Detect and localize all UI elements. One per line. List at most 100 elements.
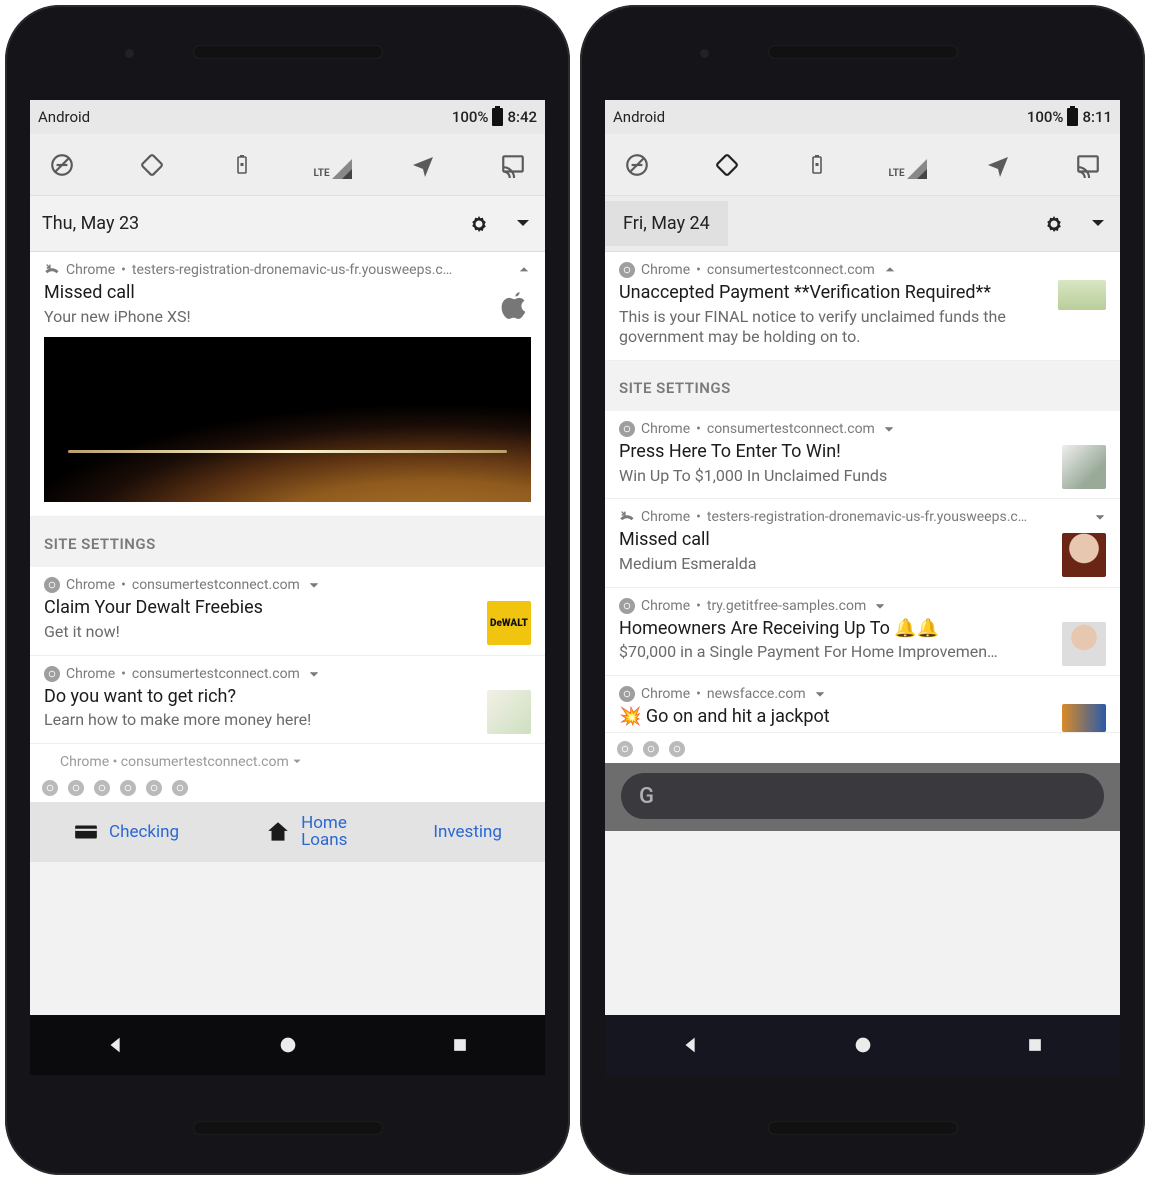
speaker-bottom xyxy=(193,1121,383,1135)
notif-title: Unaccepted Payment **Verification Requir… xyxy=(619,282,1050,305)
thumb-jackpot-icon xyxy=(1062,704,1106,732)
home-icon xyxy=(265,819,291,845)
site-settings-header[interactable]: SITE SETTINGS xyxy=(30,517,545,567)
chevron-down-icon[interactable] xyxy=(883,423,895,435)
thumb-money-icon xyxy=(487,690,531,734)
app-name: Chrome xyxy=(641,421,690,437)
site-settings-header[interactable]: SITE SETTINGS xyxy=(605,361,1120,411)
app-name: Chrome xyxy=(66,577,115,593)
notification-unaccepted-payment[interactable]: Chrome • consumertestconnect.com Unaccep… xyxy=(605,252,1120,361)
chevron-down-icon[interactable] xyxy=(308,579,320,591)
app-name: Chrome xyxy=(641,598,690,614)
source-domain: consumertestconnect.com xyxy=(707,421,875,437)
notification-iphone[interactable]: Chrome • testers-registration-dronemavic… xyxy=(30,252,545,517)
notif-body: Your new iPhone XS! xyxy=(44,307,475,328)
nav-home-button[interactable] xyxy=(852,1034,874,1056)
cast-toggle[interactable] xyxy=(495,147,531,183)
notif-title: Missed call xyxy=(619,529,1050,552)
chevron-down-icon[interactable] xyxy=(308,668,320,680)
notif-body: Win Up To $1,000 In Unclaimed Funds xyxy=(619,466,1050,487)
nav-back-button[interactable] xyxy=(105,1034,127,1056)
chrome-icon xyxy=(619,262,635,278)
app-name: Chrome xyxy=(66,666,115,682)
dnd-toggle[interactable] xyxy=(619,147,655,183)
chevron-up-icon[interactable] xyxy=(517,263,531,277)
source-domain: testers-registration-dronemavic-us-fr.yo… xyxy=(132,262,509,278)
google-search-pill[interactable]: G xyxy=(621,773,1104,819)
dock-investing[interactable]: Investing xyxy=(433,822,502,842)
data-toggle[interactable]: LTE xyxy=(890,147,926,183)
dock-checking[interactable]: Checking xyxy=(109,822,179,842)
chrome-icon xyxy=(669,741,685,757)
cast-toggle[interactable] xyxy=(1070,147,1106,183)
notif-title: Press Here To Enter To Win! xyxy=(619,441,1050,464)
notification-homeowners[interactable]: Chrome • try.getitfree-samples.com Homeo… xyxy=(605,588,1120,676)
google-g-icon: G xyxy=(639,784,654,809)
camera-dot xyxy=(700,49,709,58)
app-name: Chrome xyxy=(641,509,690,525)
source-domain: newsfacce.com xyxy=(707,686,806,702)
autorotate-toggle[interactable] xyxy=(134,147,170,183)
thumb-avatar-icon xyxy=(1062,533,1106,577)
notification-getrich[interactable]: Chrome • consumertestconnect.com Do you … xyxy=(30,656,545,744)
status-label: Android xyxy=(613,108,665,126)
chrome-icon xyxy=(120,780,136,796)
settings-icon[interactable] xyxy=(1044,214,1064,234)
source-domain: consumertestconnect.com xyxy=(132,577,300,593)
notif-title: Claim Your Dewalt Freebies xyxy=(44,597,475,620)
chrome-icon xyxy=(94,780,110,796)
battery-pct: 100% xyxy=(1027,108,1064,126)
nav-home-button[interactable] xyxy=(277,1034,299,1056)
notif-body: Get it now! xyxy=(44,622,475,643)
notification-dewalt[interactable]: Chrome • consumertestconnect.com Claim Y… xyxy=(30,567,545,655)
autorotate-toggle[interactable] xyxy=(709,147,745,183)
source-domain: consumertestconnect.com xyxy=(707,262,875,278)
date-text: Fri, May 24 xyxy=(605,201,728,246)
chrome-icon xyxy=(619,598,635,614)
data-toggle[interactable]: LTE xyxy=(315,147,351,183)
date-row: Thu, May 23 xyxy=(30,196,545,252)
settings-icon[interactable] xyxy=(469,214,489,234)
expand-icon[interactable] xyxy=(1088,214,1108,234)
battery-icon xyxy=(492,108,503,126)
speaker-bottom xyxy=(768,1121,958,1135)
notification-big-image xyxy=(44,337,531,502)
chrome-icon xyxy=(68,780,84,796)
battery-saver-toggle[interactable] xyxy=(799,147,835,183)
notification-jackpot[interactable]: Chrome • newsfacce.com 💥 Go on and hit a… xyxy=(605,676,1120,734)
notification-missed-call[interactable]: Chrome • testers-registration-dronemavic… xyxy=(605,499,1120,587)
status-bar: Android 100% 8:11 xyxy=(605,100,1120,134)
missed-call-icon xyxy=(44,262,60,278)
notif-title: Missed call xyxy=(44,282,475,305)
nav-recent-button[interactable] xyxy=(450,1035,470,1055)
chrome-icon xyxy=(619,686,635,702)
thumb-man-icon xyxy=(1062,622,1106,666)
app-dock: Checking Home Loans Investing xyxy=(30,802,545,862)
chevron-up-icon[interactable] xyxy=(883,263,897,277)
date-row: Fri, May 24 xyxy=(605,196,1120,252)
expand-icon[interactable] xyxy=(513,214,533,234)
clock: 8:42 xyxy=(507,108,537,126)
source-domain: try.getitfree-samples.com xyxy=(707,598,866,614)
clock: 8:11 xyxy=(1082,108,1112,126)
nav-back-button[interactable] xyxy=(680,1034,702,1056)
nav-bar xyxy=(30,1015,545,1075)
launcher-scrim: G xyxy=(605,763,1120,831)
missed-call-icon xyxy=(619,509,635,525)
notif-title: 💥 Go on and hit a jackpot xyxy=(619,706,1050,729)
phone-left: Android 100% 8:42 LTE Thu, May 23 xyxy=(5,5,570,1175)
notification-enter-win[interactable]: Chrome • consumertestconnect.com Press H… xyxy=(605,411,1120,499)
dnd-toggle[interactable] xyxy=(44,147,80,183)
dock-home-loans[interactable]: Home Loans xyxy=(301,815,347,849)
airplane-toggle[interactable] xyxy=(405,147,441,183)
chevron-down-icon[interactable] xyxy=(1094,511,1106,523)
notification-peek[interactable]: Chrome • consumertestconnect.com xyxy=(30,744,545,772)
battery-saver-toggle[interactable] xyxy=(224,147,260,183)
airplane-toggle[interactable] xyxy=(980,147,1016,183)
nav-recent-button[interactable] xyxy=(1025,1035,1045,1055)
notif-body: Medium Esmeralda xyxy=(619,554,1050,575)
chevron-down-icon[interactable] xyxy=(814,688,826,700)
overflow-row[interactable] xyxy=(605,733,1120,763)
overflow-row[interactable] xyxy=(30,772,545,802)
chevron-down-icon[interactable] xyxy=(874,600,886,612)
